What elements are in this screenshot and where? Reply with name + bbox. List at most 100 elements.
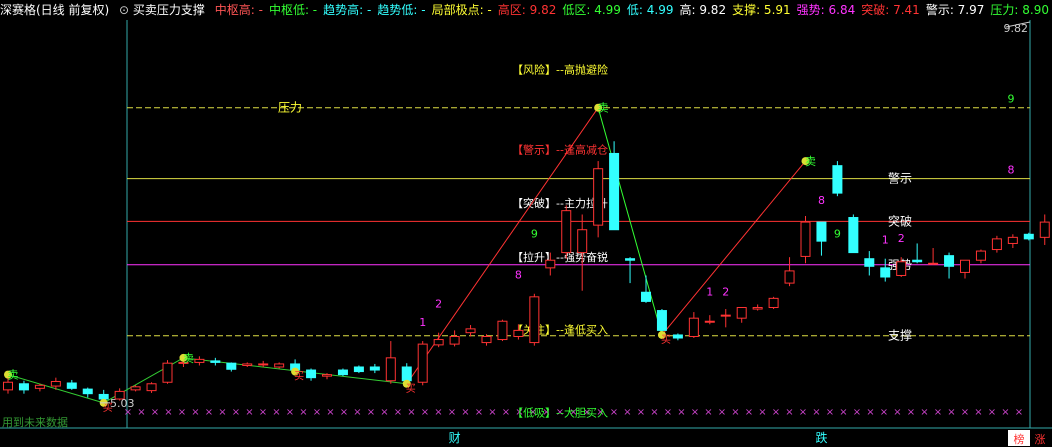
baseline-x-mark: × (758, 407, 766, 418)
candle-body-54 (864, 258, 875, 267)
baseline-x-mark: × (745, 407, 753, 418)
circle-chevron-down-icon[interactable]: ⊙ (119, 3, 129, 17)
count-label-9: 2 (898, 232, 905, 245)
candle-body-4 (66, 382, 77, 389)
baseline-x-mark: × (650, 407, 658, 418)
count-label-7: 9 (834, 227, 841, 240)
buy-marker-1: 买 (294, 371, 304, 383)
candle-body-19 (306, 369, 317, 379)
candle-body-1 (18, 383, 29, 391)
count-label-4: 1 (706, 285, 713, 298)
candle-body-41 (656, 310, 667, 331)
baseline-x-mark: × (988, 407, 996, 418)
candle-body-55 (880, 267, 891, 278)
baseline-x-mark: × (191, 407, 199, 418)
candle-body-37 (593, 168, 604, 226)
baseline-x-mark: × (232, 407, 240, 418)
indicator-values: 中枢高: - 中枢低: - 趋势高: - 趋势低: - 局部极点: - 高区: 9.82 低… (215, 3, 1052, 17)
candle-body-45 (720, 314, 731, 317)
header-item-13: 压力: 8.90 (990, 3, 1049, 17)
header-item-10: 强势: 6.84 (796, 3, 856, 17)
header-item-4: 局部极点: - (431, 3, 492, 17)
baseline-x-mark: × (880, 407, 888, 418)
indicator-name[interactable]: 买卖压力支撑 (133, 3, 205, 17)
baseline-x-mark: × (610, 407, 618, 418)
level-marker-0: 9 (1008, 93, 1015, 106)
baseline-x-mark: × (286, 407, 294, 418)
candle-body-23 (369, 366, 380, 371)
candle-body-57 (912, 259, 923, 263)
corner-label-2: 涨 (1035, 433, 1046, 446)
candle-body-8 (130, 386, 141, 391)
candle-body-51 (816, 221, 827, 242)
baseline-x-mark: × (974, 407, 982, 418)
bottom-label-0: 财 (449, 431, 461, 445)
candle-body-34 (545, 259, 556, 269)
candle-body-50 (800, 221, 811, 257)
header-item-2: 趋势高: - (323, 3, 372, 17)
corner-badge: 榜 (1014, 432, 1025, 446)
baseline-x-mark: × (367, 407, 375, 418)
candle-body-56 (896, 261, 907, 276)
baseline-x-mark: × (259, 407, 267, 418)
candle-body-28 (449, 335, 460, 345)
baseline-x-mark: × (137, 407, 145, 418)
candle-body-5 (82, 388, 93, 395)
candle-body-13 (210, 360, 221, 363)
baseline-x-mark: × (326, 407, 334, 418)
baseline-x-mark: × (245, 407, 253, 418)
header-item-5: 高区: 9.82 (497, 3, 557, 17)
candle-body-40 (641, 291, 651, 302)
header-item-0: 中枢高: - (214, 3, 263, 17)
zone-label-5: 【低吸】--大胆买入 (512, 406, 608, 420)
baseline-x-mark: × (920, 407, 928, 418)
candle-body-35 (561, 210, 572, 254)
candle-body-16 (258, 363, 269, 366)
baseline-x-mark: × (785, 407, 793, 418)
baseline-x-mark: × (218, 407, 226, 418)
count-label-3: 9 (531, 227, 538, 240)
stock-chart: 压力9警示8突破强势支撑××××××××××××××××××××××××××××… (0, 0, 1052, 447)
header-item-12: 警示: 7.97 (925, 3, 985, 17)
sell-marker-2: 卖 (598, 102, 609, 115)
candle-body-0 (3, 381, 13, 391)
count-label-1: 2 (435, 298, 442, 311)
header-item-7: 低: 4.99 (626, 3, 674, 17)
candle-body-17 (274, 363, 285, 368)
candle-body-22 (353, 366, 364, 373)
header-item-9: 支撑: 5.91 (732, 3, 791, 17)
baseline-x-mark: × (502, 407, 510, 418)
candle-body-9 (146, 383, 157, 392)
stock-title: 深赛格(日线 前复权) (0, 3, 110, 17)
baseline-x-mark: × (1001, 407, 1009, 418)
baseline-x-mark: × (907, 407, 915, 418)
count-label-2: 8 (515, 269, 522, 282)
future-data-note: 用到未来数据 (2, 415, 68, 429)
baseline-x-mark: × (1015, 407, 1023, 418)
baseline-x-mark: × (839, 407, 847, 418)
baseline-x-mark: × (394, 407, 402, 418)
baseline-x-mark: × (340, 407, 348, 418)
candle-body-2 (34, 384, 45, 389)
buy-marker-3: 买 (661, 334, 671, 346)
baseline-x-mark: × (731, 407, 739, 418)
candle-body-6 (98, 393, 109, 400)
baseline-x-mark: × (313, 407, 321, 418)
candle-body-24 (385, 357, 396, 382)
candle-body-27 (433, 339, 444, 346)
zone-label-1: 【警示】--逢高减仓 (512, 143, 608, 157)
candle-body-49 (784, 270, 795, 284)
header-item-8: 高: 9.82 (679, 3, 727, 17)
candle-body-65 (1039, 221, 1050, 238)
baseline-x-mark: × (475, 407, 483, 418)
baseline-x-mark: × (164, 407, 172, 418)
sell-marker-1: 卖 (183, 352, 194, 365)
zone-label-4: 【关注】--逢低买入 (512, 323, 608, 337)
baseline-x-mark: × (934, 407, 942, 418)
candle-body-42 (672, 334, 683, 339)
baseline-x-mark: × (799, 407, 807, 418)
baseline-x-mark: × (826, 407, 834, 418)
count-label-6: 8 (818, 194, 825, 207)
sell-marker-3: 卖 (805, 155, 816, 168)
candle-body-38 (609, 152, 620, 231)
